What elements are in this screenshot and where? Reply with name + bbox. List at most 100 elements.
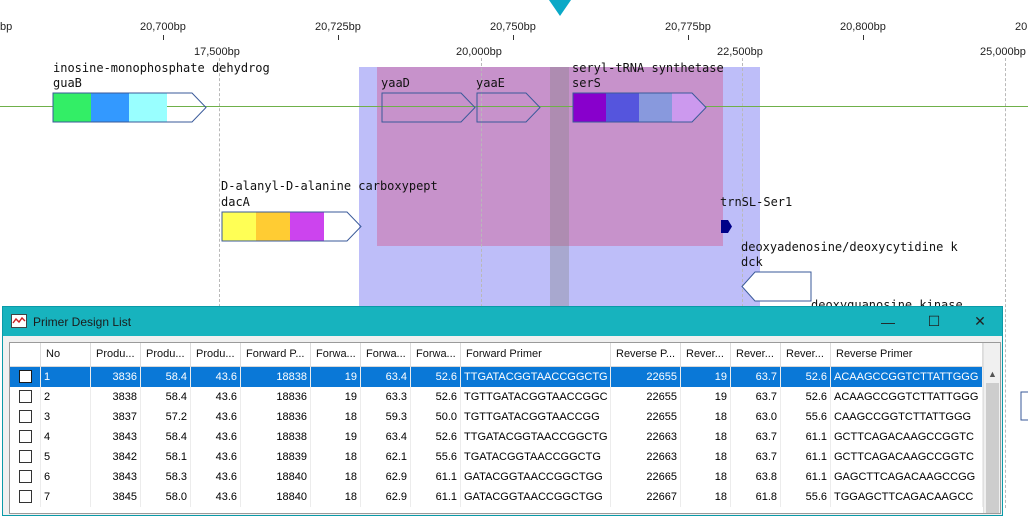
gene-feature-yaaD[interactable] (381, 92, 477, 124)
table-cell: 18 (681, 467, 731, 487)
table-cell: 57.2 (141, 407, 191, 427)
select-cell (10, 427, 41, 447)
column-header[interactable]: Forward Primer (461, 343, 611, 366)
column-header[interactable]: Reverse Primer (831, 343, 983, 366)
table-cell: 18 (681, 487, 731, 507)
row-checkbox[interactable] (19, 490, 32, 503)
select-cell (10, 367, 41, 387)
table-cell: 63.4 (361, 367, 411, 387)
table-cell: 63.0 (731, 407, 781, 427)
scrollbar-thumb[interactable] (986, 383, 999, 513)
table-cell: 18838 (241, 367, 311, 387)
table-cell: GCTTCAGACAAGCCGGTC (831, 427, 983, 447)
table-cell: 43.6 (191, 427, 241, 447)
table-cell: 63.8 (731, 467, 781, 487)
row-checkbox[interactable] (19, 370, 32, 383)
minimize-button[interactable]: — (865, 307, 911, 336)
table-row[interactable]: 6 3843 58.3 43.6 18840 18 62.9 61.1 GATACGGTAACC… (10, 467, 983, 487)
table-cell: 52.6 (781, 367, 831, 387)
table-cell: GATACGGTAACCGGCTGG (461, 467, 611, 487)
table-cell: 58.4 (141, 427, 191, 447)
table-cell: 63.3 (361, 387, 411, 407)
table-cell: 22655 (611, 367, 681, 387)
table-cell: ACAAGCCGGTCTTATTGGG (831, 367, 983, 387)
row-checkbox[interactable] (19, 410, 32, 423)
dialog-titlebar[interactable]: Primer Design List — ☐ ✕ (3, 307, 1002, 336)
table-cell: 58.3 (141, 467, 191, 487)
table-row[interactable]: 7 3845 58.0 43.6 18840 18 62.9 61.1 GATACGGTAACC… (10, 487, 983, 507)
ruler-label: 25,000bp (980, 46, 1026, 58)
table-cell: 3843 (91, 427, 141, 447)
gene-name: dck (741, 255, 763, 269)
column-header[interactable]: Reverse P... (611, 343, 681, 366)
column-header[interactable] (10, 343, 41, 366)
gene-feature-dacA[interactable] (221, 211, 363, 243)
column-header[interactable]: Produ... (141, 343, 191, 366)
ruler-label: 20,750bp (490, 21, 536, 33)
column-header[interactable]: Rever... (731, 343, 781, 366)
table-cell: 62.1 (361, 447, 411, 467)
row-checkbox[interactable] (19, 430, 32, 443)
gene-name: dacA (221, 195, 250, 209)
gene-description: D-alanyl-D-alanine carboxypept (221, 179, 438, 193)
column-header[interactable]: Forward P... (241, 343, 311, 366)
gene-feature-dck[interactable] (741, 271, 813, 303)
row-checkbox[interactable] (19, 450, 32, 463)
gene-description: seryl-tRNA synthetase (572, 61, 724, 75)
table-cell: 19 (311, 427, 361, 447)
table-cell: 3836 (91, 367, 141, 387)
ruler-label: 20,725bp (315, 21, 361, 33)
gene-feature-yaaE[interactable] (476, 92, 542, 124)
position-marker-icon[interactable] (549, 0, 571, 16)
table-row[interactable]: 4 3843 58.4 43.6 18838 19 63.4 52.6 TTGATACGGTAA… (10, 427, 983, 447)
table-cell: 3842 (91, 447, 141, 467)
column-header[interactable]: Forwa... (311, 343, 361, 366)
maximize-button[interactable]: ☐ (911, 307, 957, 336)
table-cell: 43.6 (191, 367, 241, 387)
scroll-up-icon[interactable]: ▲ (984, 366, 1000, 383)
table-cell: 22663 (611, 427, 681, 447)
primer-design-dialog[interactable]: Primer Design List — ☐ ✕ No Produ... Produ… (2, 306, 1003, 516)
table-row[interactable]: 1 3836 58.4 43.6 18838 19 63.4 52.6 TTGATACGGTAA… (10, 367, 983, 387)
table-cell: 19 (311, 367, 361, 387)
table-cell: 22667 (611, 487, 681, 507)
table-row[interactable]: 3 3837 57.2 43.6 18836 18 59.3 50.0 TGTTGATACGGT… (10, 407, 983, 427)
table-row[interactable]: 5 3842 58.1 43.6 18839 18 62.1 55.6 TGATACGGTAAC… (10, 447, 983, 467)
gene-name: trnSL-Ser1 (720, 195, 793, 209)
table-cell: 63.4 (361, 427, 411, 447)
column-header[interactable]: Forwa... (361, 343, 411, 366)
select-cell (10, 467, 41, 487)
ruler-label: 22,500bp (717, 46, 763, 58)
column-header[interactable]: Produ... (191, 343, 241, 366)
table-cell: 3838 (91, 387, 141, 407)
row-checkbox[interactable] (19, 470, 32, 483)
gene-feature-trnSL-Ser1[interactable] (720, 219, 734, 235)
column-header[interactable]: Rever... (781, 343, 831, 366)
table-cell: 5 (41, 447, 91, 467)
gene-feature-serS[interactable] (572, 92, 708, 124)
column-header[interactable]: Rever... (681, 343, 731, 366)
column-header[interactable]: No (41, 343, 91, 366)
table-cell: 22655 (611, 407, 681, 427)
column-header[interactable]: Forwa... (411, 343, 461, 366)
select-cell (10, 487, 41, 507)
table-cell: 3837 (91, 407, 141, 427)
table-cell: 22663 (611, 447, 681, 467)
ruler-tick (163, 35, 164, 40)
table-cell: 63.7 (731, 447, 781, 467)
primer-table[interactable]: No Produ... Produ... Produ... Forward P... Fo… (9, 342, 1001, 514)
table-cell: 59.3 (361, 407, 411, 427)
row-checkbox[interactable] (19, 390, 32, 403)
gene-feature-guaB[interactable] (52, 92, 208, 124)
close-button[interactable]: ✕ (957, 307, 1003, 336)
column-header[interactable]: Produ... (91, 343, 141, 366)
vertical-scrollbar[interactable]: ▲ (983, 343, 1000, 513)
table-cell: 52.6 (411, 387, 461, 407)
table-cell: 6 (41, 467, 91, 487)
table-cell: 43.6 (191, 387, 241, 407)
table-row[interactable]: 2 3838 58.4 43.6 18836 19 63.3 52.6 TGTTGATACGGT… (10, 387, 983, 407)
table-cell: 58.4 (141, 367, 191, 387)
table-cell: 61.1 (411, 487, 461, 507)
gene-description: deoxyadenosine/deoxycytidine k (741, 240, 958, 254)
table-cell: 18 (311, 467, 361, 487)
